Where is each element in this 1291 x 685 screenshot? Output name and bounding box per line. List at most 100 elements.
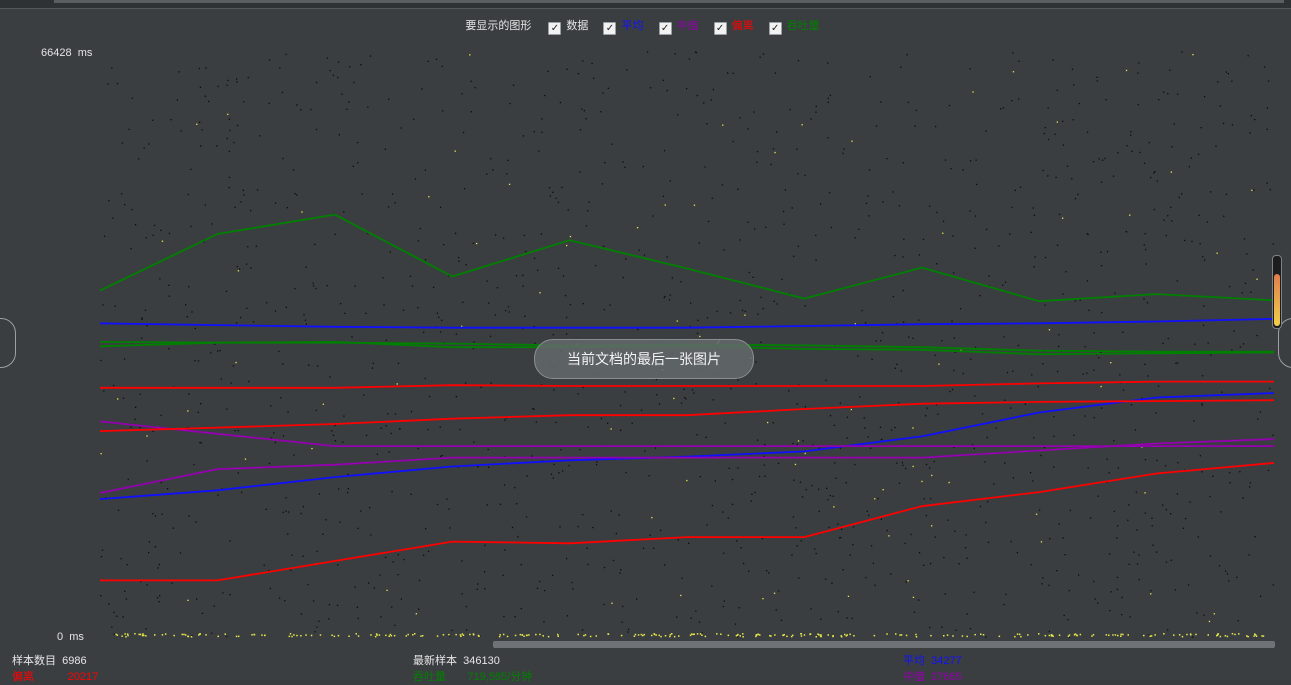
sample-point [784,189,786,191]
sample-point [1072,119,1074,121]
sample-point [1241,292,1243,294]
sample-point [902,464,904,466]
sample-point [289,633,292,635]
sample-point [618,514,620,516]
sample-point [325,519,327,521]
sample-point [1119,374,1121,376]
sample-point [196,123,198,125]
sample-point [759,634,761,636]
sample-point [933,460,935,463]
sample-point [139,633,142,636]
sample-point [892,191,894,193]
sample-point [764,475,766,477]
sample-point [965,547,967,549]
sample-point [966,635,968,638]
stat-latest: 最新样本 346130 [413,652,500,668]
sample-point [164,633,167,635]
sample-point [1175,362,1177,364]
sample-point [1189,501,1191,503]
sample-point [474,87,476,89]
sample-point [664,564,666,566]
horizontal-scrollbar[interactable] [493,641,1275,648]
sample-point [890,573,892,575]
sample-point [409,275,411,277]
sample-point [610,428,612,430]
sample-point [1231,349,1233,351]
sample-point [168,284,170,286]
sample-point [461,593,463,595]
sample-point [1167,629,1169,631]
sample-point [1053,435,1055,437]
zoom-slider-thumb[interactable] [1274,274,1280,326]
sample-point [898,205,901,207]
sample-point [1100,265,1103,267]
sample-point [225,290,228,292]
sample-point [690,617,692,619]
sample-point [830,226,832,229]
sample-point [731,478,734,481]
sample-point [237,429,239,432]
sample-point [839,402,841,404]
sample-point [436,312,439,314]
sample-point [649,87,652,89]
sample-point [744,310,746,312]
sample-point [367,106,369,108]
stat-value: 719,585/分钟 [467,671,533,683]
sample-point [466,629,468,631]
sample-point [774,151,776,154]
sample-point [435,58,438,60]
sample-point [1010,540,1012,543]
sample-point [385,339,387,341]
sample-point [918,254,920,256]
sample-point [1050,634,1053,636]
sample-point [1097,602,1099,604]
sample-point [161,240,164,242]
sample-point [565,316,568,319]
sample-point [274,441,276,444]
sample-point [334,233,336,235]
zoom-slider[interactable] [1272,255,1282,329]
sample-point [332,434,335,436]
sample-point [987,541,990,543]
sample-point [156,597,159,599]
sample-point [228,118,231,120]
sample-point [343,211,345,213]
sample-point [695,51,697,54]
sample-point [508,311,510,313]
sample-point [318,620,320,622]
sample-point [1126,145,1128,147]
sample-point [126,633,129,635]
sample-point [393,634,396,637]
sample-point [227,79,229,82]
sample-point [1138,62,1140,64]
sample-point [663,297,665,299]
sample-point [1254,118,1256,121]
sample-point [886,158,888,160]
sample-point [121,635,123,637]
sample-point [796,545,798,547]
sample-point [1047,107,1049,109]
sample-point [660,529,662,531]
sample-point [1133,551,1135,553]
sample-point [646,51,649,53]
sample-point [312,285,315,287]
sample-point [948,104,951,107]
sample-point [1144,233,1146,235]
sample-point [674,53,676,55]
sample-point [1256,334,1258,337]
sample-point [1162,504,1164,506]
sample-point [507,159,509,161]
sample-point [1167,93,1169,95]
previous-image-button[interactable] [0,318,16,368]
sample-point [633,635,636,637]
sample-point [504,419,506,421]
sample-point [581,108,583,110]
sample-point [969,628,972,630]
sample-point [894,254,896,257]
sample-point [1198,214,1200,216]
sample-point [845,482,847,484]
sample-point [464,382,467,384]
sample-point [1164,465,1167,467]
sample-point [1242,497,1244,499]
sample-point [974,247,976,249]
